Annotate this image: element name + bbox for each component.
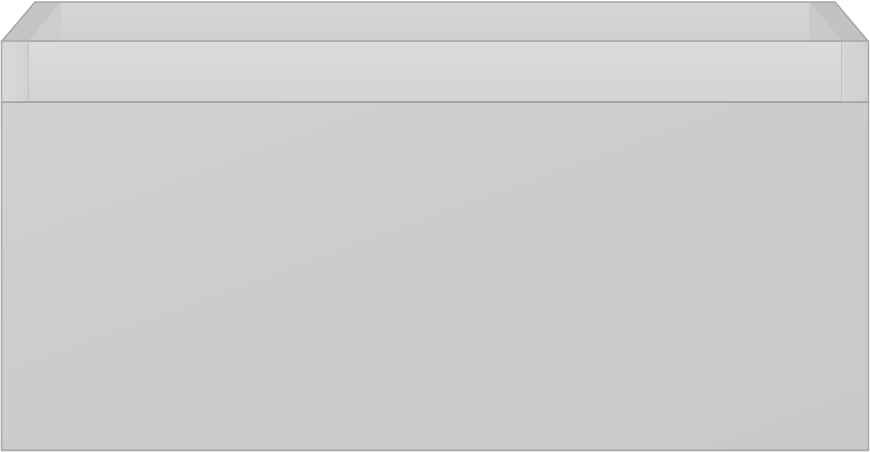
product-render (0, 0, 870, 452)
box-outline (0, 40, 870, 452)
